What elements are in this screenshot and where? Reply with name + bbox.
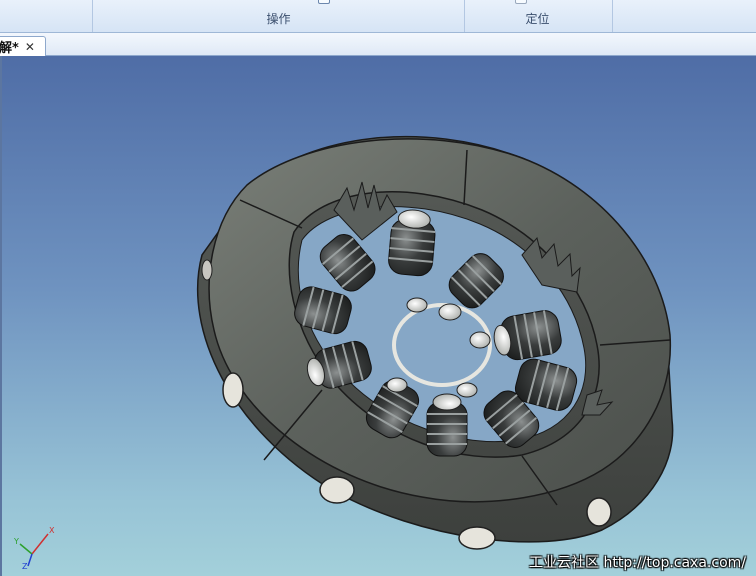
axis-triad-icon: X Y Z	[12, 524, 56, 571]
position-button-stub[interactable]	[515, 0, 527, 4]
clutch-assembly-model	[196, 135, 674, 550]
triad-y-label: Y	[13, 537, 19, 546]
document-tab-label: 解*	[0, 41, 19, 56]
3d-viewport[interactable]: X Y Z 工业云社区 http://top.caxa.com/	[0, 56, 756, 576]
ribbon-group-operation: 操作	[92, 0, 465, 32]
ribbon-group-position: 定位	[463, 0, 613, 32]
operation-button-stub[interactable]	[318, 0, 330, 4]
document-tab-bar: 解* ✕	[0, 33, 756, 56]
watermark-text: 工业云社区 http://top.caxa.com/	[529, 555, 746, 571]
close-icon[interactable]: ✕	[25, 41, 35, 53]
ribbon-toolbar: 操作 定位	[0, 0, 756, 33]
triad-z-label: Z	[22, 562, 28, 570]
ribbon-group-label: 定位	[525, 12, 550, 26]
document-tab[interactable]: 解* ✕	[0, 36, 46, 56]
ribbon-group-label: 操作	[266, 12, 291, 26]
triad-x-label: X	[49, 526, 55, 535]
